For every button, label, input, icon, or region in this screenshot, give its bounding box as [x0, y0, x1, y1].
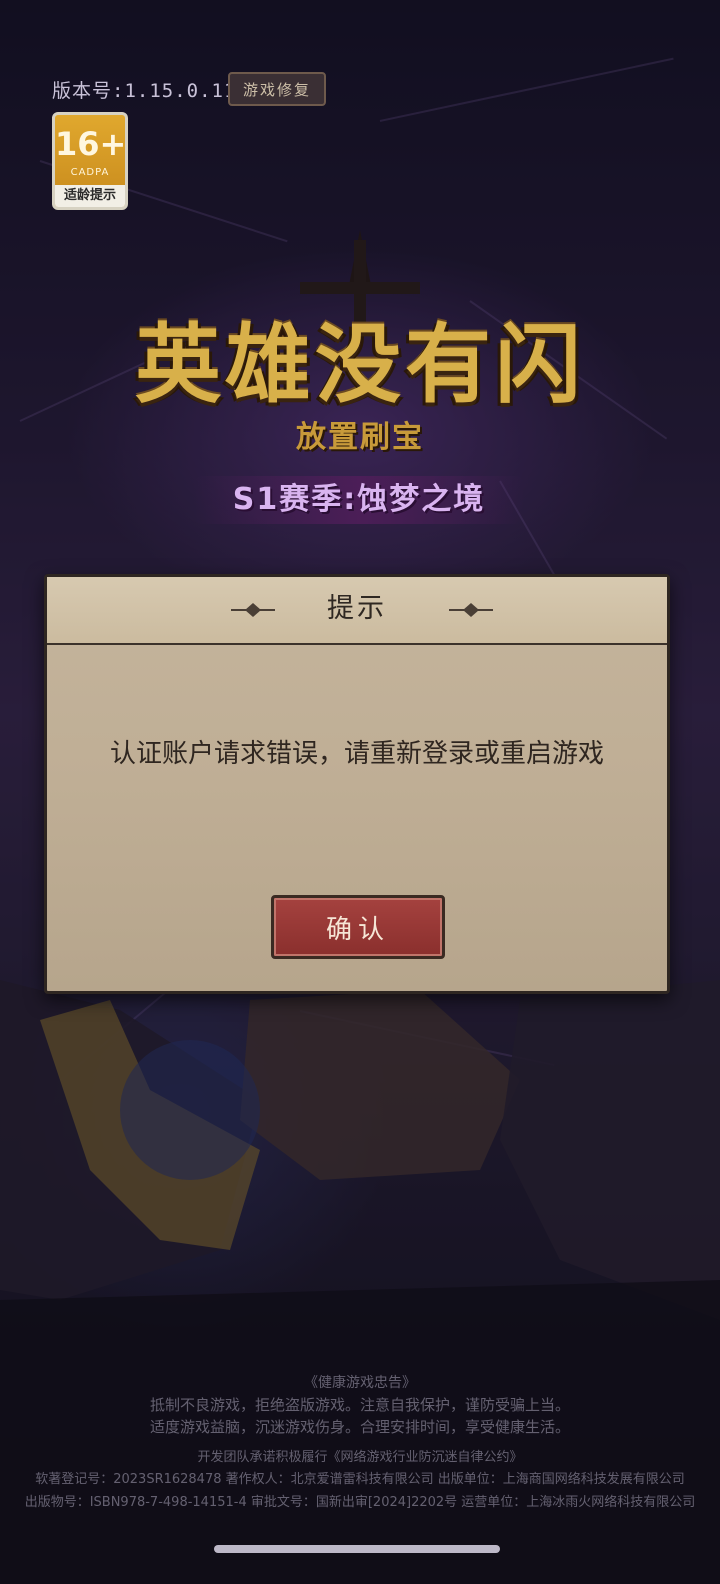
- game-repair-button[interactable]: 游戏修复: [228, 72, 326, 106]
- logo-subtitle: 放置刷宝: [296, 420, 424, 455]
- age-rating-number: 16+: [55, 125, 127, 163]
- age-rating-badge[interactable]: 16+ CADPA 适龄提示: [52, 112, 128, 210]
- anti-addiction-notice: 开发团队承诺积极履行《网络游戏行业防沉迷自律公约》: [197, 1450, 523, 1465]
- confirm-button[interactable]: 确认: [271, 895, 445, 959]
- version-label: 版本号:1.15.0.111: [52, 80, 249, 102]
- right-ornament-icon: [449, 603, 493, 617]
- dialog-title: 提示: [327, 593, 387, 624]
- home-indicator[interactable]: [214, 1545, 500, 1553]
- alert-dialog: 提示 认证账户请求错误，请重新登录或重启游戏 确认: [44, 574, 670, 994]
- age-rating-caption: 适龄提示: [55, 185, 125, 207]
- copyright-info: 软著登记号：2023SR1628478 著作权人：北京爱谱雷科技有限公司 出版单…: [35, 1472, 685, 1487]
- health-notice-line: 抵制不良游戏，拒绝盗版游戏。注意自我保护，谨防受骗上当。: [149, 1396, 570, 1414]
- health-notice-line: 适度游戏益脑，沉迷游戏伤身。合理安排时间，享受健康生活。: [149, 1418, 570, 1436]
- dialog-message: 认证账户请求错误，请重新登录或重启游戏: [109, 739, 604, 769]
- health-notice-title: 《健康游戏忠告》: [304, 1375, 416, 1391]
- logo-season: S1赛季:蚀梦之境: [194, 476, 524, 524]
- logo-title: 英雄没有闪: [135, 314, 585, 415]
- game-logo: 英雄没有闪 放置刷宝 S1赛季:蚀梦之境: [90, 210, 630, 530]
- dialog-header: 提示: [47, 577, 667, 645]
- publication-info: 出版物号：ISBN978-7-498-14151-4 审批文号：国新出审[202…: [24, 1495, 696, 1510]
- age-rating-org: CADPA: [70, 167, 110, 178]
